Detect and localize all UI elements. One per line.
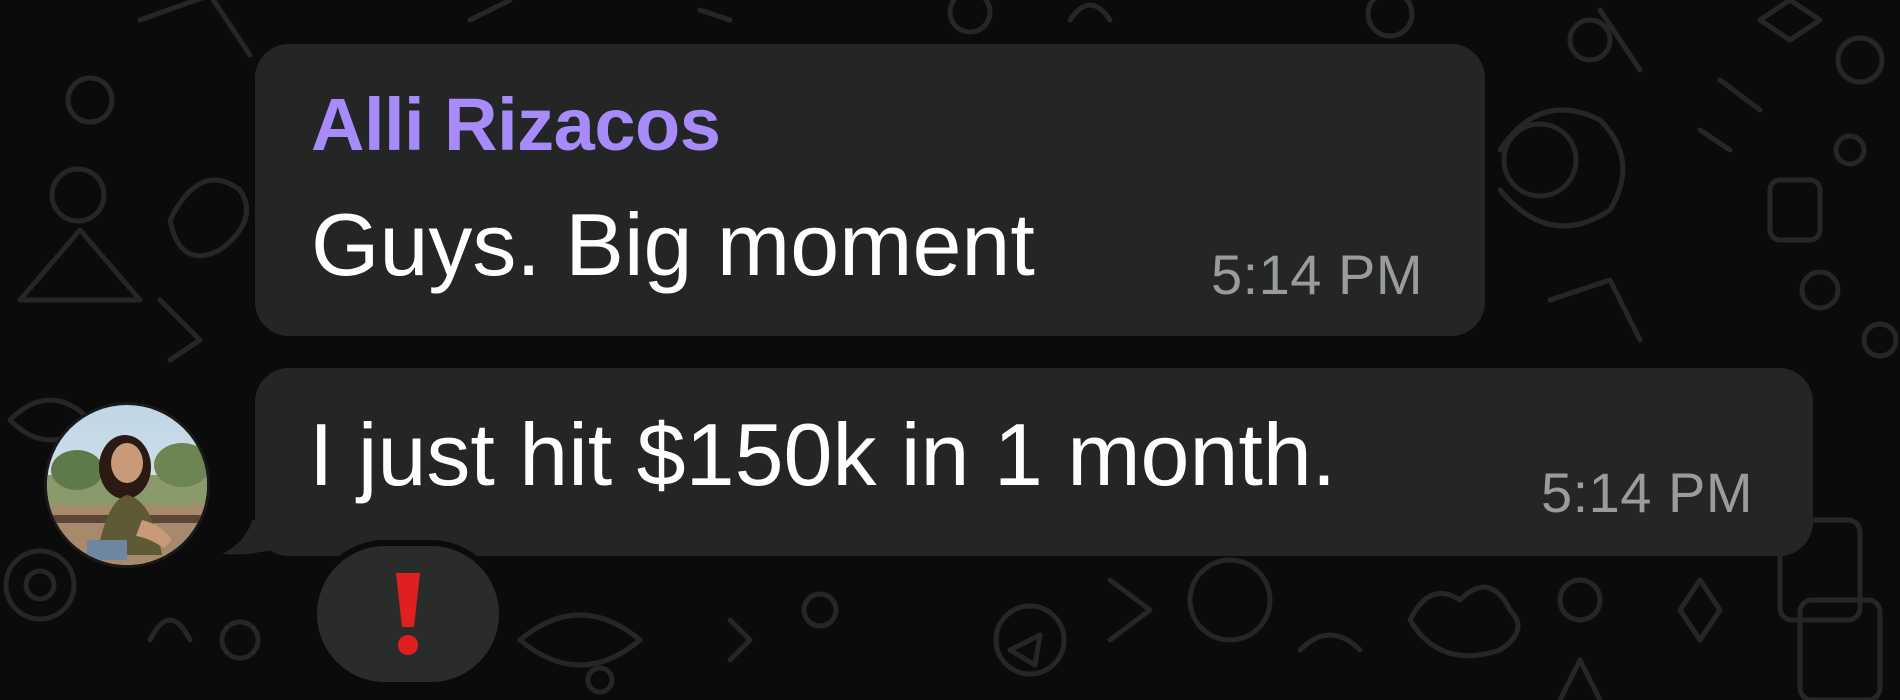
message-text: I just hit $150k in 1 month. [309, 405, 1337, 504]
message-timestamp: 5:14 PM [1540, 461, 1753, 524]
sender-name[interactable]: Alli Rizacos [311, 82, 721, 167]
message-text: Guys. Big moment [311, 195, 1035, 294]
message-bubble[interactable]: Alli Rizacos Guys. Big moment 5:14 PM [255, 44, 1485, 336]
chat-area: Alli Rizacos Guys. Big moment 5:14 PM I … [0, 0, 1900, 700]
sender-avatar[interactable] [44, 402, 210, 568]
message-timestamp: 5:14 PM [1210, 243, 1423, 306]
avatar-photo [47, 405, 207, 565]
message-bubble[interactable]: I just hit $150k in 1 month. 5:14 PM [255, 368, 1813, 556]
message-reaction[interactable] [311, 540, 505, 688]
red-exclamation-mark-icon [396, 573, 420, 655]
